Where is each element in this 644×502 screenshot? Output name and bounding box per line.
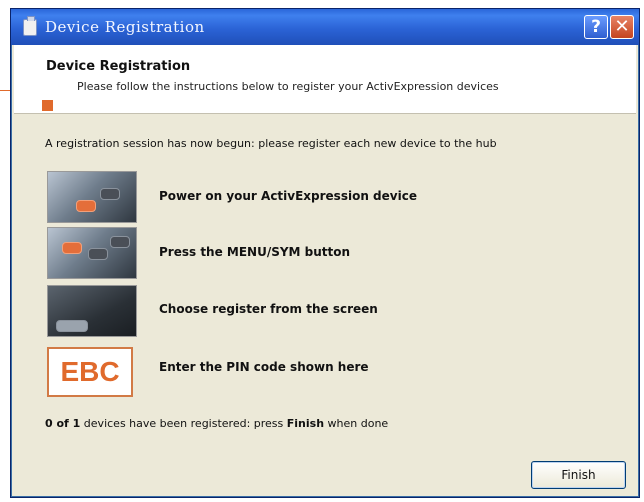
device-key-icon bbox=[110, 236, 130, 248]
close-button[interactable]: ✕ bbox=[610, 15, 634, 39]
device-key-icon bbox=[100, 188, 120, 200]
status-text-before: devices have been registered: press bbox=[80, 417, 287, 430]
window-title: Device Registration bbox=[45, 18, 205, 36]
power-key-icon bbox=[76, 200, 96, 212]
dialog-header: Device Registration Please follow the in… bbox=[14, 45, 636, 114]
device-key-icon bbox=[88, 248, 108, 260]
clipboard-icon bbox=[23, 16, 37, 36]
step-enter-pin: Enter the PIN code shown here bbox=[159, 360, 369, 374]
title-bar[interactable]: Device Registration ? ✕ bbox=[11, 9, 639, 45]
status-finish-word: Finish bbox=[286, 417, 325, 430]
orange-marker-icon bbox=[42, 100, 53, 111]
pin-code-display: EBC bbox=[47, 347, 133, 397]
registration-status: 0 of 1 devices have been registered: pre… bbox=[45, 417, 388, 430]
finish-button[interactable]: Finish bbox=[531, 461, 626, 489]
header-title: Device Registration bbox=[46, 59, 191, 74]
menu-key-icon bbox=[62, 242, 82, 254]
device-screen-icon bbox=[56, 320, 88, 332]
step-choose-register: Choose register from the screen bbox=[159, 302, 378, 316]
step-power-on: Power on your ActivExpression device bbox=[159, 189, 417, 203]
status-text-after: when done bbox=[324, 417, 389, 430]
device-menu-button-image bbox=[47, 227, 137, 279]
header-subtitle: Please follow the instructions below to … bbox=[77, 80, 499, 93]
status-count: 0 of 1 bbox=[45, 417, 81, 430]
device-screen-image bbox=[47, 285, 137, 337]
device-registration-dialog: Device Registration ? ✕ Device Registrat… bbox=[10, 8, 640, 498]
help-button[interactable]: ? bbox=[584, 15, 608, 39]
intro-text: A registration session has now begun: pl… bbox=[45, 137, 497, 150]
step-menu-sym: Press the MENU/SYM button bbox=[159, 245, 351, 259]
device-power-image bbox=[47, 171, 137, 223]
